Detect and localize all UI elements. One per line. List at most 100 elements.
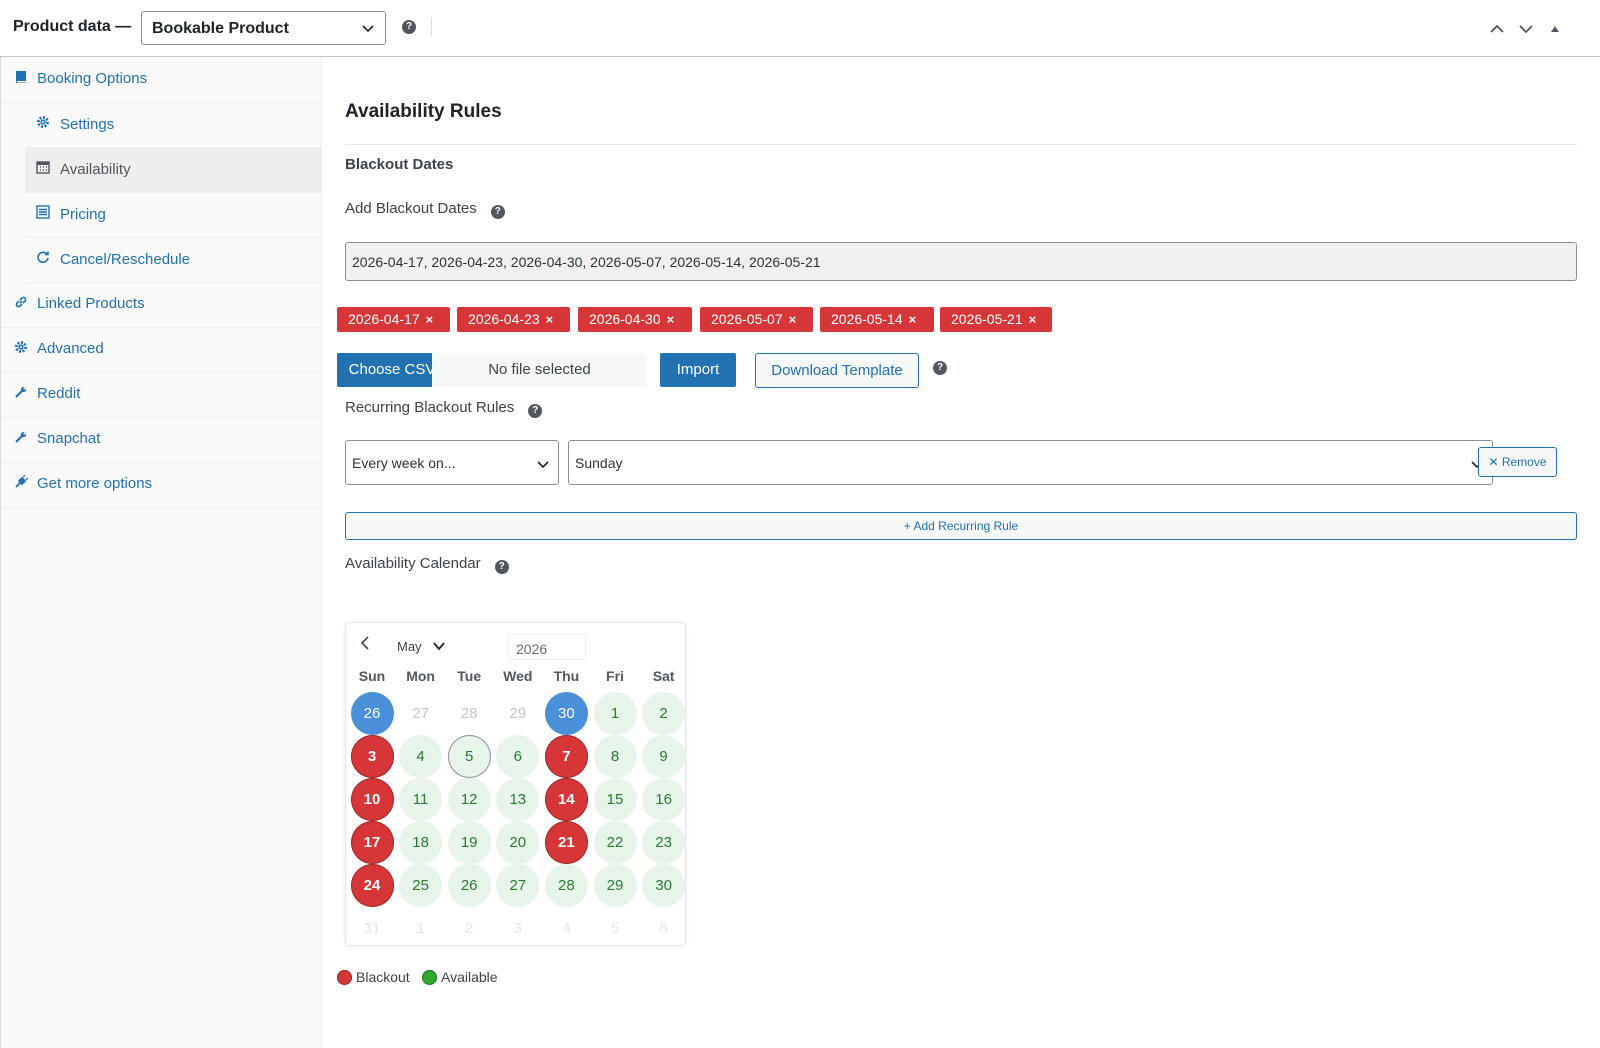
collapse-toggle-icon[interactable]: [1546, 20, 1564, 38]
tab-snapchat[interactable]: Snapchat: [1, 417, 322, 463]
chevron-down-icon[interactable]: [432, 639, 446, 653]
calendar-day-avail[interactable]: 22: [593, 821, 637, 864]
calendar-day-avail[interactable]: 29: [593, 864, 637, 907]
help-icon[interactable]: ?: [402, 20, 416, 34]
chip-label: 2026-05-14: [831, 311, 903, 327]
blackout-dates-heading: Blackout Dates: [345, 156, 454, 173]
calendar-day-avail[interactable]: 20: [496, 821, 540, 864]
tab-label: Advanced: [37, 340, 104, 357]
legend-label: Available: [441, 969, 498, 985]
chip-remove-icon[interactable]: ×: [1029, 312, 1037, 327]
calendar-day-avail[interactable]: 1: [593, 692, 637, 735]
import-button[interactable]: Import: [660, 353, 736, 387]
prev-month-icon[interactable]: [358, 635, 372, 651]
chip-label: 2026-05-07: [711, 311, 783, 327]
list-icon: [36, 205, 50, 219]
product-type-select[interactable]: Bookable Product: [141, 11, 386, 45]
chip-label: 2026-04-23: [468, 311, 540, 327]
tab-pricing[interactable]: Pricing: [25, 192, 322, 238]
recurring-frequency-select[interactable]: Every week on...: [345, 440, 559, 485]
weekday-header: Fri: [606, 668, 624, 684]
calendar-day-avail[interactable]: 4: [399, 735, 443, 778]
tab-booking-options[interactable]: Booking Options: [1, 57, 322, 103]
download-template-button[interactable]: Download Template: [755, 353, 919, 388]
calendar-day-blackout[interactable]: 24: [350, 864, 394, 907]
remove-rule-button[interactable]: ✕ Remove: [1478, 447, 1557, 477]
tab-label: Booking Options: [37, 70, 148, 87]
calendar-day-avail[interactable]: 18: [399, 821, 443, 864]
calendar-day-blackout[interactable]: 3: [350, 735, 394, 778]
calendar-day-blackout[interactable]: 7: [544, 735, 588, 778]
calendar-day-avail[interactable]: 27: [496, 864, 540, 907]
calendar-day-today[interactable]: 5: [447, 735, 491, 778]
tab-label: Get more options: [37, 475, 153, 492]
tab-reddit[interactable]: Reddit: [1, 372, 322, 418]
chip-label: 2026-04-17: [348, 311, 420, 327]
field-label-text: Availability Calendar: [345, 555, 481, 572]
calendar-day-blackout[interactable]: 14: [544, 778, 588, 821]
calendar-day-blackout[interactable]: 17: [350, 821, 394, 864]
weekday-header: Mon: [406, 668, 435, 684]
add-recurring-rule-button[interactable]: + Add Recurring Rule: [345, 512, 1577, 540]
calendar-day-other[interactable]: 29: [496, 692, 539, 735]
tab-label: Settings: [60, 116, 115, 133]
chip-remove-icon[interactable]: ×: [546, 312, 554, 327]
weekday-header: Sun: [358, 668, 386, 684]
move-down-icon[interactable]: [1517, 20, 1535, 38]
wrench-icon: [15, 431, 27, 443]
link-icon: [15, 296, 27, 308]
calendar-day-avail[interactable]: 23: [642, 821, 686, 864]
calendar-day-avail[interactable]: 11: [399, 778, 443, 821]
calendar-day-next: 31: [363, 920, 381, 937]
calendar-day-avail[interactable]: 15: [593, 778, 637, 821]
help-icon[interactable]: ?: [494, 560, 509, 574]
calendar-day-avail[interactable]: 28: [544, 864, 588, 907]
calendar-day-avail[interactable]: 19: [447, 821, 491, 864]
blackout-dates-input[interactable]: 2026-04-17, 2026-04-23, 2026-04-30, 2026…: [345, 242, 1577, 281]
help-icon[interactable]: ?: [933, 361, 947, 375]
tab-label: Snapchat: [37, 430, 101, 447]
chip-remove-icon[interactable]: ×: [789, 312, 797, 327]
calendar-day-avail[interactable]: 8: [593, 735, 637, 778]
calendar-day-avail[interactable]: 12: [447, 778, 491, 821]
wrench-icon: [15, 386, 27, 398]
calendar-day-avail[interactable]: 26: [447, 864, 491, 907]
year-input[interactable]: 2026: [508, 634, 586, 660]
calendar-day-next: 4: [562, 920, 571, 937]
tab-label: Pricing: [60, 206, 106, 223]
calendar-day-avail[interactable]: 16: [642, 778, 686, 821]
chevron-down-icon: [362, 25, 374, 33]
calendar-day-avail[interactable]: 13: [496, 778, 540, 821]
field-label-text: Add Blackout Dates: [345, 200, 477, 217]
tab-linked-products[interactable]: Linked Products: [1, 282, 322, 328]
calendar-day-avail[interactable]: 30: [642, 864, 686, 907]
move-up-icon[interactable]: [1488, 20, 1506, 38]
legend-dot-available: [422, 970, 437, 985]
chip-remove-icon[interactable]: ×: [426, 312, 434, 327]
calendar-day-other[interactable]: 27: [399, 692, 442, 735]
choose-csv-button[interactable]: Choose CSV: [337, 353, 447, 387]
tab-cancel-reschedule[interactable]: Cancel/Reschedule: [25, 237, 322, 283]
help-icon[interactable]: ?: [490, 205, 505, 219]
calendar-day-avail[interactable]: 25: [399, 864, 443, 907]
calendar-day-selected[interactable]: 30: [544, 692, 588, 735]
calendar-day-avail[interactable]: 6: [496, 735, 540, 778]
month-select[interactable]: May: [397, 639, 422, 654]
chip-remove-icon[interactable]: ×: [667, 312, 675, 327]
tab-settings[interactable]: Settings: [25, 102, 322, 148]
tab-availability[interactable]: Availability: [25, 147, 322, 193]
tab-label: Cancel/Reschedule: [60, 251, 191, 268]
calendar-day-avail[interactable]: 9: [642, 735, 686, 778]
calendar-day-selected[interactable]: 26: [350, 692, 394, 735]
chip-remove-icon[interactable]: ×: [909, 312, 917, 327]
recurring-day-select[interactable]: Sunday: [568, 440, 1493, 485]
tab-label: Reddit: [37, 385, 81, 402]
help-icon[interactable]: ?: [528, 404, 543, 418]
book-icon: [16, 71, 26, 83]
calendar-day-other[interactable]: 28: [448, 692, 491, 735]
tab-get-more-options[interactable]: Get more options: [1, 462, 322, 508]
calendar-day-blackout[interactable]: 10: [350, 778, 394, 821]
calendar-day-avail[interactable]: 2: [642, 692, 686, 735]
tab-advanced[interactable]: Advanced: [1, 327, 322, 373]
calendar-day-blackout[interactable]: 21: [544, 821, 588, 864]
